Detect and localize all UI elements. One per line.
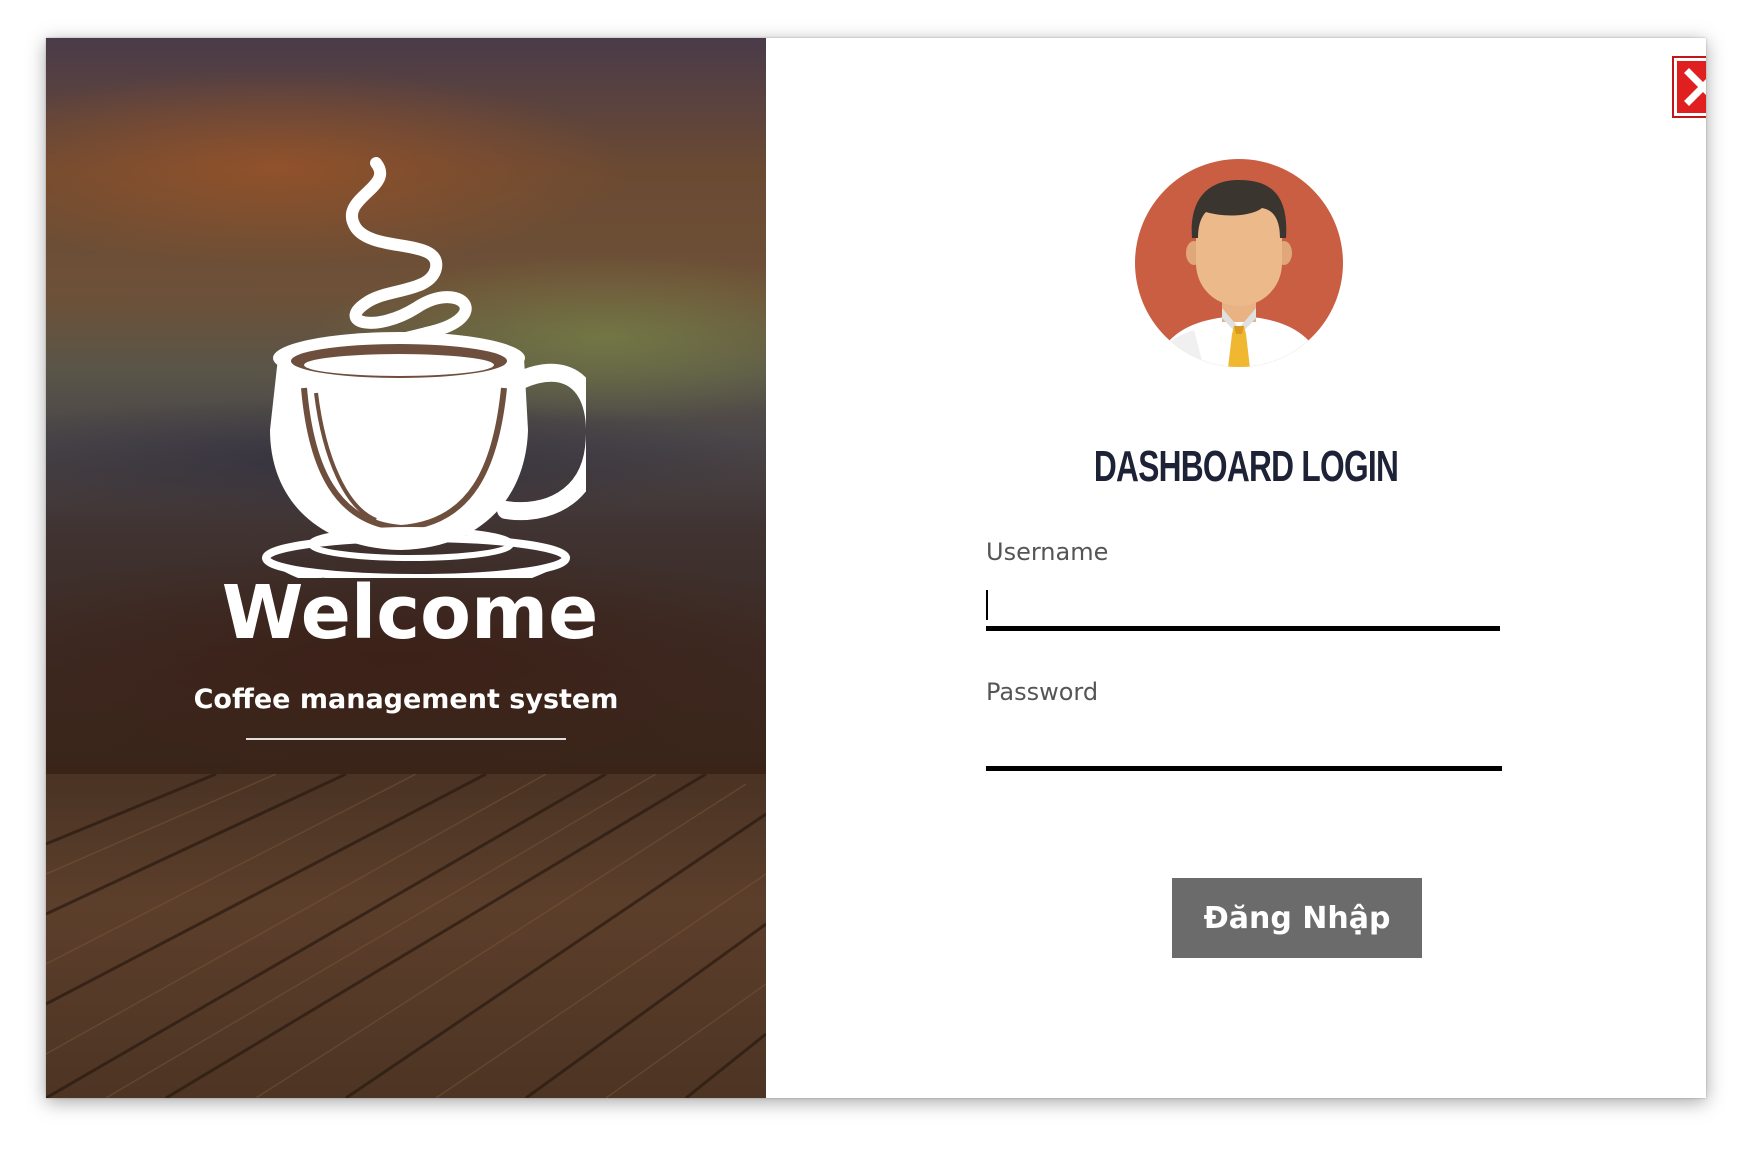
wood-floor-image — [46, 774, 766, 1098]
coffee-cup-icon — [262, 157, 586, 578]
login-button[interactable]: Đăng Nhập — [1172, 878, 1422, 958]
text-cursor — [986, 590, 988, 620]
welcome-panel: Welcome Coffee management system — [46, 38, 766, 1098]
username-label: Username — [986, 538, 1109, 566]
login-title: DASHBOARD LOGIN — [1093, 442, 1399, 491]
user-avatar-icon — [1135, 159, 1343, 367]
subtitle-divider — [246, 738, 566, 740]
login-panel: DASHBOARD LOGIN Username Password Đăng N… — [766, 38, 1706, 1098]
close-icon — [1684, 68, 1706, 106]
password-label: Password — [986, 678, 1099, 706]
username-field[interactable] — [986, 578, 1500, 631]
close-button[interactable] — [1674, 58, 1706, 116]
password-field[interactable] — [986, 718, 1502, 771]
welcome-heading: Welcome — [221, 570, 599, 656]
login-window: Welcome Coffee management system DASHBOA… — [46, 38, 1706, 1098]
app-subtitle: Coffee management system — [193, 684, 619, 715]
